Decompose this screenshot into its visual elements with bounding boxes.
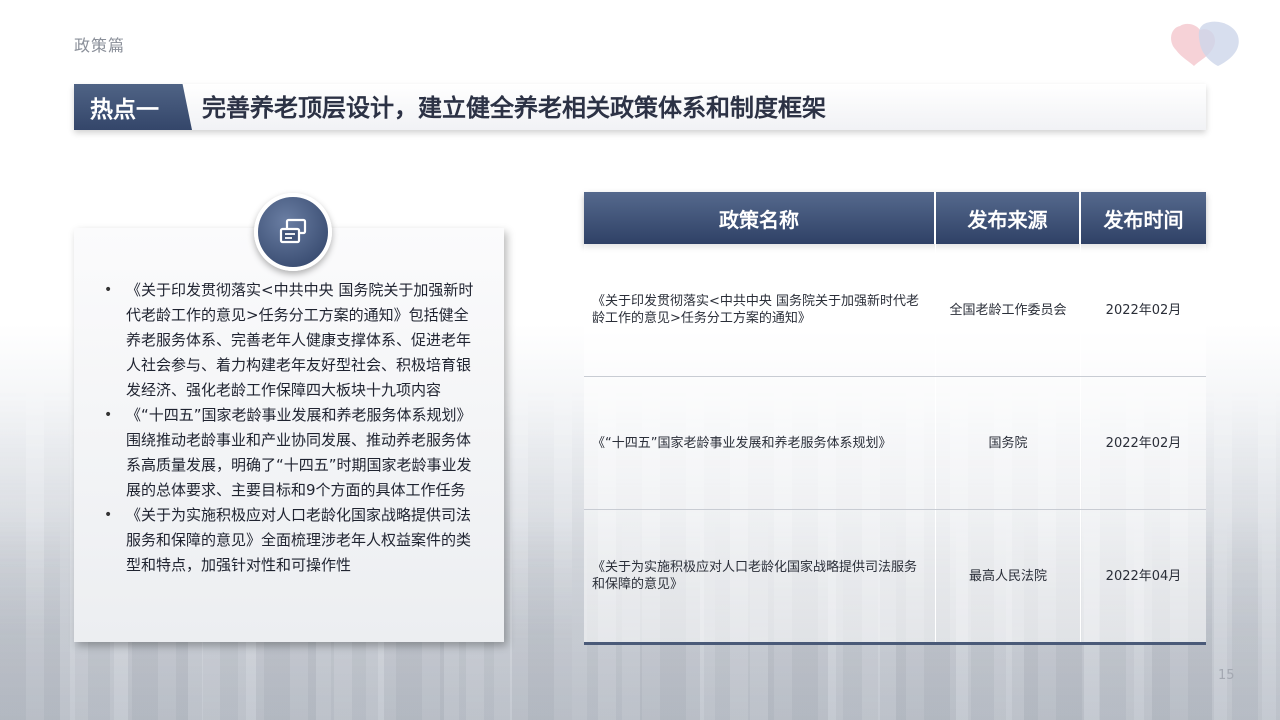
- table-row: 《关于印发贯彻落实<中共中央 国务院关于加强新时代老龄工作的意见>任务分工方案的…: [584, 244, 1206, 377]
- title-bar: 热点一 完善养老顶层设计，建立健全养老相关政策体系和制度框架: [74, 84, 1206, 130]
- cell-date: 2022年02月: [1105, 302, 1182, 318]
- section-label: 政策篇: [74, 36, 126, 55]
- column-header-policy-name: 政策名称: [584, 192, 936, 244]
- table-row: 《“十四五”国家老龄事业发展和养老服务体系规划》 国务院 2022年02月: [584, 377, 1206, 510]
- cell-policy-name: 《“十四五”国家老龄事业发展和养老服务体系规划》: [584, 377, 936, 509]
- bullet-item: 《关于印发贯彻落实<中共中央 国务院关于加强新时代老龄工作的意见>任务分工方案的…: [104, 278, 474, 403]
- hotspot-tag: 热点一: [74, 84, 192, 130]
- column-header-source: 发布来源: [936, 192, 1081, 244]
- page-number: 15: [1218, 668, 1235, 683]
- table-header: 政策名称 发布来源 发布时间: [584, 192, 1206, 244]
- cell-date: 2022年02月: [1105, 435, 1182, 451]
- documents-icon: [254, 193, 332, 271]
- heart-logo-icon: [1171, 21, 1239, 66]
- table-row: 《关于为实施积极应对人口老龄化国家战略提供司法服务和保障的意见》 最高人民法院 …: [584, 510, 1206, 645]
- policy-table: 政策名称 发布来源 发布时间 《关于印发贯彻落实<中共中央 国务院关于加强新时代…: [584, 192, 1206, 645]
- cell-source: 全国老龄工作委员会: [936, 244, 1081, 376]
- bullet-item: 《“十四五”国家老龄事业发展和养老服务体系规划》围绕推动老龄事业和产业协同发展、…: [104, 403, 474, 503]
- cell-policy-name: 《关于印发贯彻落实<中共中央 国务院关于加强新时代老龄工作的意见>任务分工方案的…: [584, 244, 936, 376]
- cell-source: 国务院: [936, 377, 1081, 509]
- cell-policy-name: 《关于为实施积极应对人口老龄化国家战略提供司法服务和保障的意见》: [584, 510, 936, 642]
- cell-date: 2022年04月: [1105, 568, 1182, 584]
- cell-source: 最高人民法院: [936, 510, 1081, 642]
- policy-bullet-list: 《关于印发贯彻落实<中共中央 国务院关于加强新时代老龄工作的意见>任务分工方案的…: [104, 278, 474, 578]
- policy-summary-card: 《关于印发贯彻落实<中共中央 国务院关于加强新时代老龄工作的意见>任务分工方案的…: [74, 228, 504, 642]
- page-title: 完善养老顶层设计，建立健全养老相关政策体系和制度框架: [202, 94, 826, 122]
- table-body: 《关于印发贯彻落实<中共中央 国务院关于加强新时代老龄工作的意见>任务分工方案的…: [584, 244, 1206, 645]
- documents-icon-glyph: [279, 218, 307, 244]
- column-header-date: 发布时间: [1081, 192, 1206, 244]
- bullet-item: 《关于为实施积极应对人口老龄化国家战略提供司法服务和保障的意见》全面梳理涉老年人…: [104, 503, 474, 578]
